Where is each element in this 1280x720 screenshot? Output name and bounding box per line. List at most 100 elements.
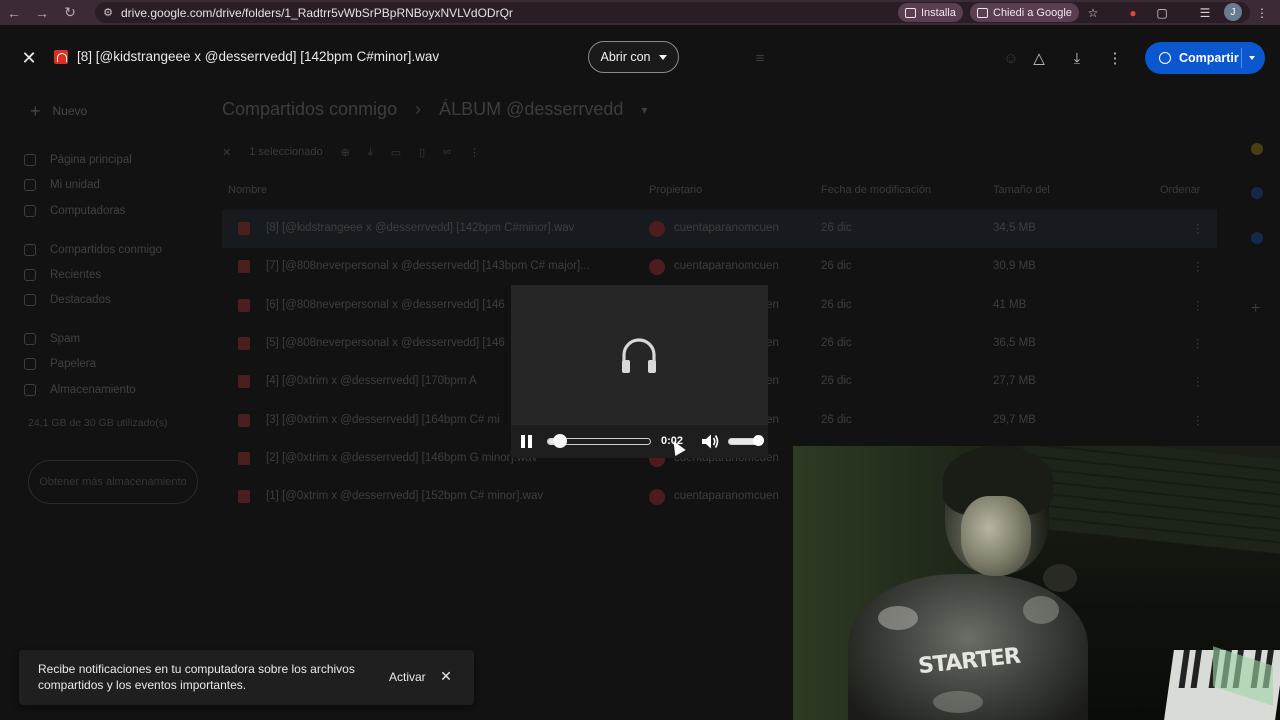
extensions-icon[interactable]: ▢ [1152, 3, 1172, 22]
sidebar-item-7[interactable]: Spam [24, 329, 80, 349]
sidebar-item-9[interactable]: Almacenamiento [24, 380, 136, 400]
file-row[interactable]: [8] [@kidstrangeee x @desserrvedd] [142b… [222, 210, 1217, 248]
row-menu-icon[interactable]: ⋮ [1192, 374, 1204, 388]
bookmark-star-icon[interactable]: ☆ [1083, 3, 1103, 22]
site-settings-icon[interactable]: ⚙ [95, 6, 121, 19]
people-icon [24, 244, 36, 256]
activate-notifications-button[interactable]: Activar [389, 670, 426, 684]
profile-avatar[interactable]: J [1224, 3, 1242, 21]
headphones-icon [622, 338, 656, 373]
sidebar-item-6[interactable]: Destacados [24, 290, 111, 310]
install-app-button[interactable]: Installa [898, 3, 963, 22]
audio-file-icon [238, 375, 250, 389]
file-name: [2] [@0xtrim x @desserrvedd] [146bpm G m… [266, 451, 538, 464]
row-menu-icon[interactable]: ⋮ [1192, 259, 1204, 273]
audio-file-icon [238, 490, 250, 504]
webcam-camo-patch [878, 606, 918, 630]
volume-slider[interactable] [728, 435, 764, 446]
column-name[interactable]: Nombre [228, 184, 267, 196]
row-menu-icon[interactable]: ⋮ [1192, 413, 1204, 427]
delete-icon[interactable]: ▯ [419, 146, 425, 159]
browser-toolbar: ← → ↻ ⚙ drive.google.com/drive/folders/1… [0, 0, 1280, 25]
new-button[interactable]: + Nuevo [20, 96, 100, 126]
pause-icon[interactable] [521, 435, 533, 448]
volume-thumb[interactable] [753, 435, 764, 446]
ask-google-label: Chiedi a Google [993, 6, 1072, 19]
seek-slider[interactable] [547, 434, 651, 448]
tasks-icon[interactable] [1251, 187, 1263, 199]
close-icon[interactable]: ✕ [439, 668, 453, 684]
audio-file-icon [238, 260, 250, 274]
breadcrumb: Compartidos conmigo › ÁLBUM @desserrvedd… [222, 99, 647, 120]
open-with-button[interactable]: Abrir con [588, 41, 679, 73]
ask-google-button[interactable]: Chiedi a Google [970, 3, 1079, 22]
add-to-drive-icon[interactable]: △ [1028, 47, 1050, 69]
row-menu-icon[interactable]: ⋮ [1192, 298, 1204, 312]
download-file-icon[interactable]: ⤓ [1066, 47, 1088, 69]
row-menu-icon[interactable]: ⋮ [1192, 336, 1204, 350]
breadcrumb-folder[interactable]: ÁLBUM @desserrvedd [439, 99, 623, 120]
file-name: [8] [@kidstrangeee x @desserrvedd] [142b… [266, 222, 575, 234]
link-icon[interactable]: ∞ [443, 146, 451, 158]
folder-menu-caret-icon[interactable]: ▾ [641, 103, 647, 117]
sidebar-item-3[interactable]: Computadoras [24, 201, 125, 221]
file-modified: 26 dic [821, 260, 852, 273]
column-owner[interactable]: Propietario [649, 184, 702, 196]
more-actions-icon[interactable]: ⋮ [469, 146, 480, 159]
keep-icon[interactable] [1251, 143, 1263, 155]
owner-avatar [649, 259, 665, 276]
extension-red-icon[interactable]: ● [1123, 3, 1143, 22]
column-size[interactable]: Tamaño del [993, 184, 1050, 196]
file-modified: 26 dic [821, 336, 852, 349]
file-row[interactable]: [7] [@808neverpersonal x @desserrvedd] [… [222, 248, 1217, 286]
audio-player: 0:02 [511, 285, 768, 458]
share-person-icon[interactable]: ⊕ [341, 146, 350, 159]
notification-toast: Recibe notificaciones en tu computadora … [19, 650, 474, 705]
sidebar-item-label: Almacenamiento [50, 384, 136, 396]
install-icon [905, 7, 916, 18]
column-sort[interactable]: Ordenar [1160, 184, 1200, 196]
get-more-storage-button[interactable]: Obtener más almacenamiento [28, 460, 198, 504]
browser-menu-icon[interactable]: ⋮ [1252, 3, 1272, 22]
file-size: 34,5 MB [993, 222, 1036, 234]
reading-list-icon[interactable]: ☰ [1195, 3, 1215, 22]
contacts-icon[interactable] [1251, 232, 1263, 244]
globe-icon [1159, 52, 1171, 64]
sidebar-item-label: Spam [50, 333, 81, 345]
file-size: 27,7 MB [993, 375, 1036, 388]
forward-icon[interactable]: → [28, 0, 56, 25]
column-modified[interactable]: Fecha de modificación [821, 184, 931, 196]
file-modified: 26 dic [821, 222, 852, 234]
row-menu-icon[interactable]: ⋮ [1192, 221, 1204, 235]
download-icon[interactable]: ⤓ [368, 146, 373, 159]
move-icon[interactable]: ▭ [391, 146, 401, 159]
sidebar-item-2[interactable]: Mi unidad [24, 175, 100, 195]
player-controls: 0:02 [511, 425, 768, 458]
add-addon-icon[interactable]: + [1251, 301, 1263, 317]
file-modified: 26 dic [821, 375, 852, 388]
seek-thumb[interactable] [553, 434, 568, 448]
file-size: 41 MB [993, 298, 1027, 311]
webcam-person-face [961, 496, 1031, 576]
volume-icon[interactable] [701, 433, 719, 450]
reload-icon[interactable]: ↻ [56, 0, 84, 25]
audio-artwork-area [511, 285, 768, 425]
sidebar-item-8[interactable]: Papelera [24, 354, 96, 374]
file-name: [4] [@0xtrim x @desserrvedd] [170bpm A [266, 375, 477, 388]
sidebar-item-5[interactable]: Recientes [24, 265, 101, 285]
back-icon[interactable]: ← [0, 0, 28, 25]
share-button[interactable]: Compartir [1145, 42, 1265, 74]
share-options-caret-icon[interactable] [1249, 56, 1255, 60]
clear-selection-icon[interactable]: ✕ [222, 146, 231, 159]
clock-icon [24, 269, 36, 281]
trash-icon [24, 358, 36, 370]
sidebar-item-4[interactable]: Compartidos conmigo [24, 240, 162, 260]
new-label: Nuevo [52, 104, 88, 118]
sidebar-item-1[interactable]: Página principal [24, 150, 132, 170]
more-options-icon[interactable]: ⋮ [1104, 47, 1126, 69]
close-viewer-icon[interactable]: ✕ [18, 47, 40, 69]
file-modified: 26 dic [821, 298, 852, 311]
webcam-overlay: STARTER [793, 446, 1280, 720]
audio-file-icon [238, 298, 250, 312]
breadcrumb-shared[interactable]: Compartidos conmigo [222, 99, 397, 120]
